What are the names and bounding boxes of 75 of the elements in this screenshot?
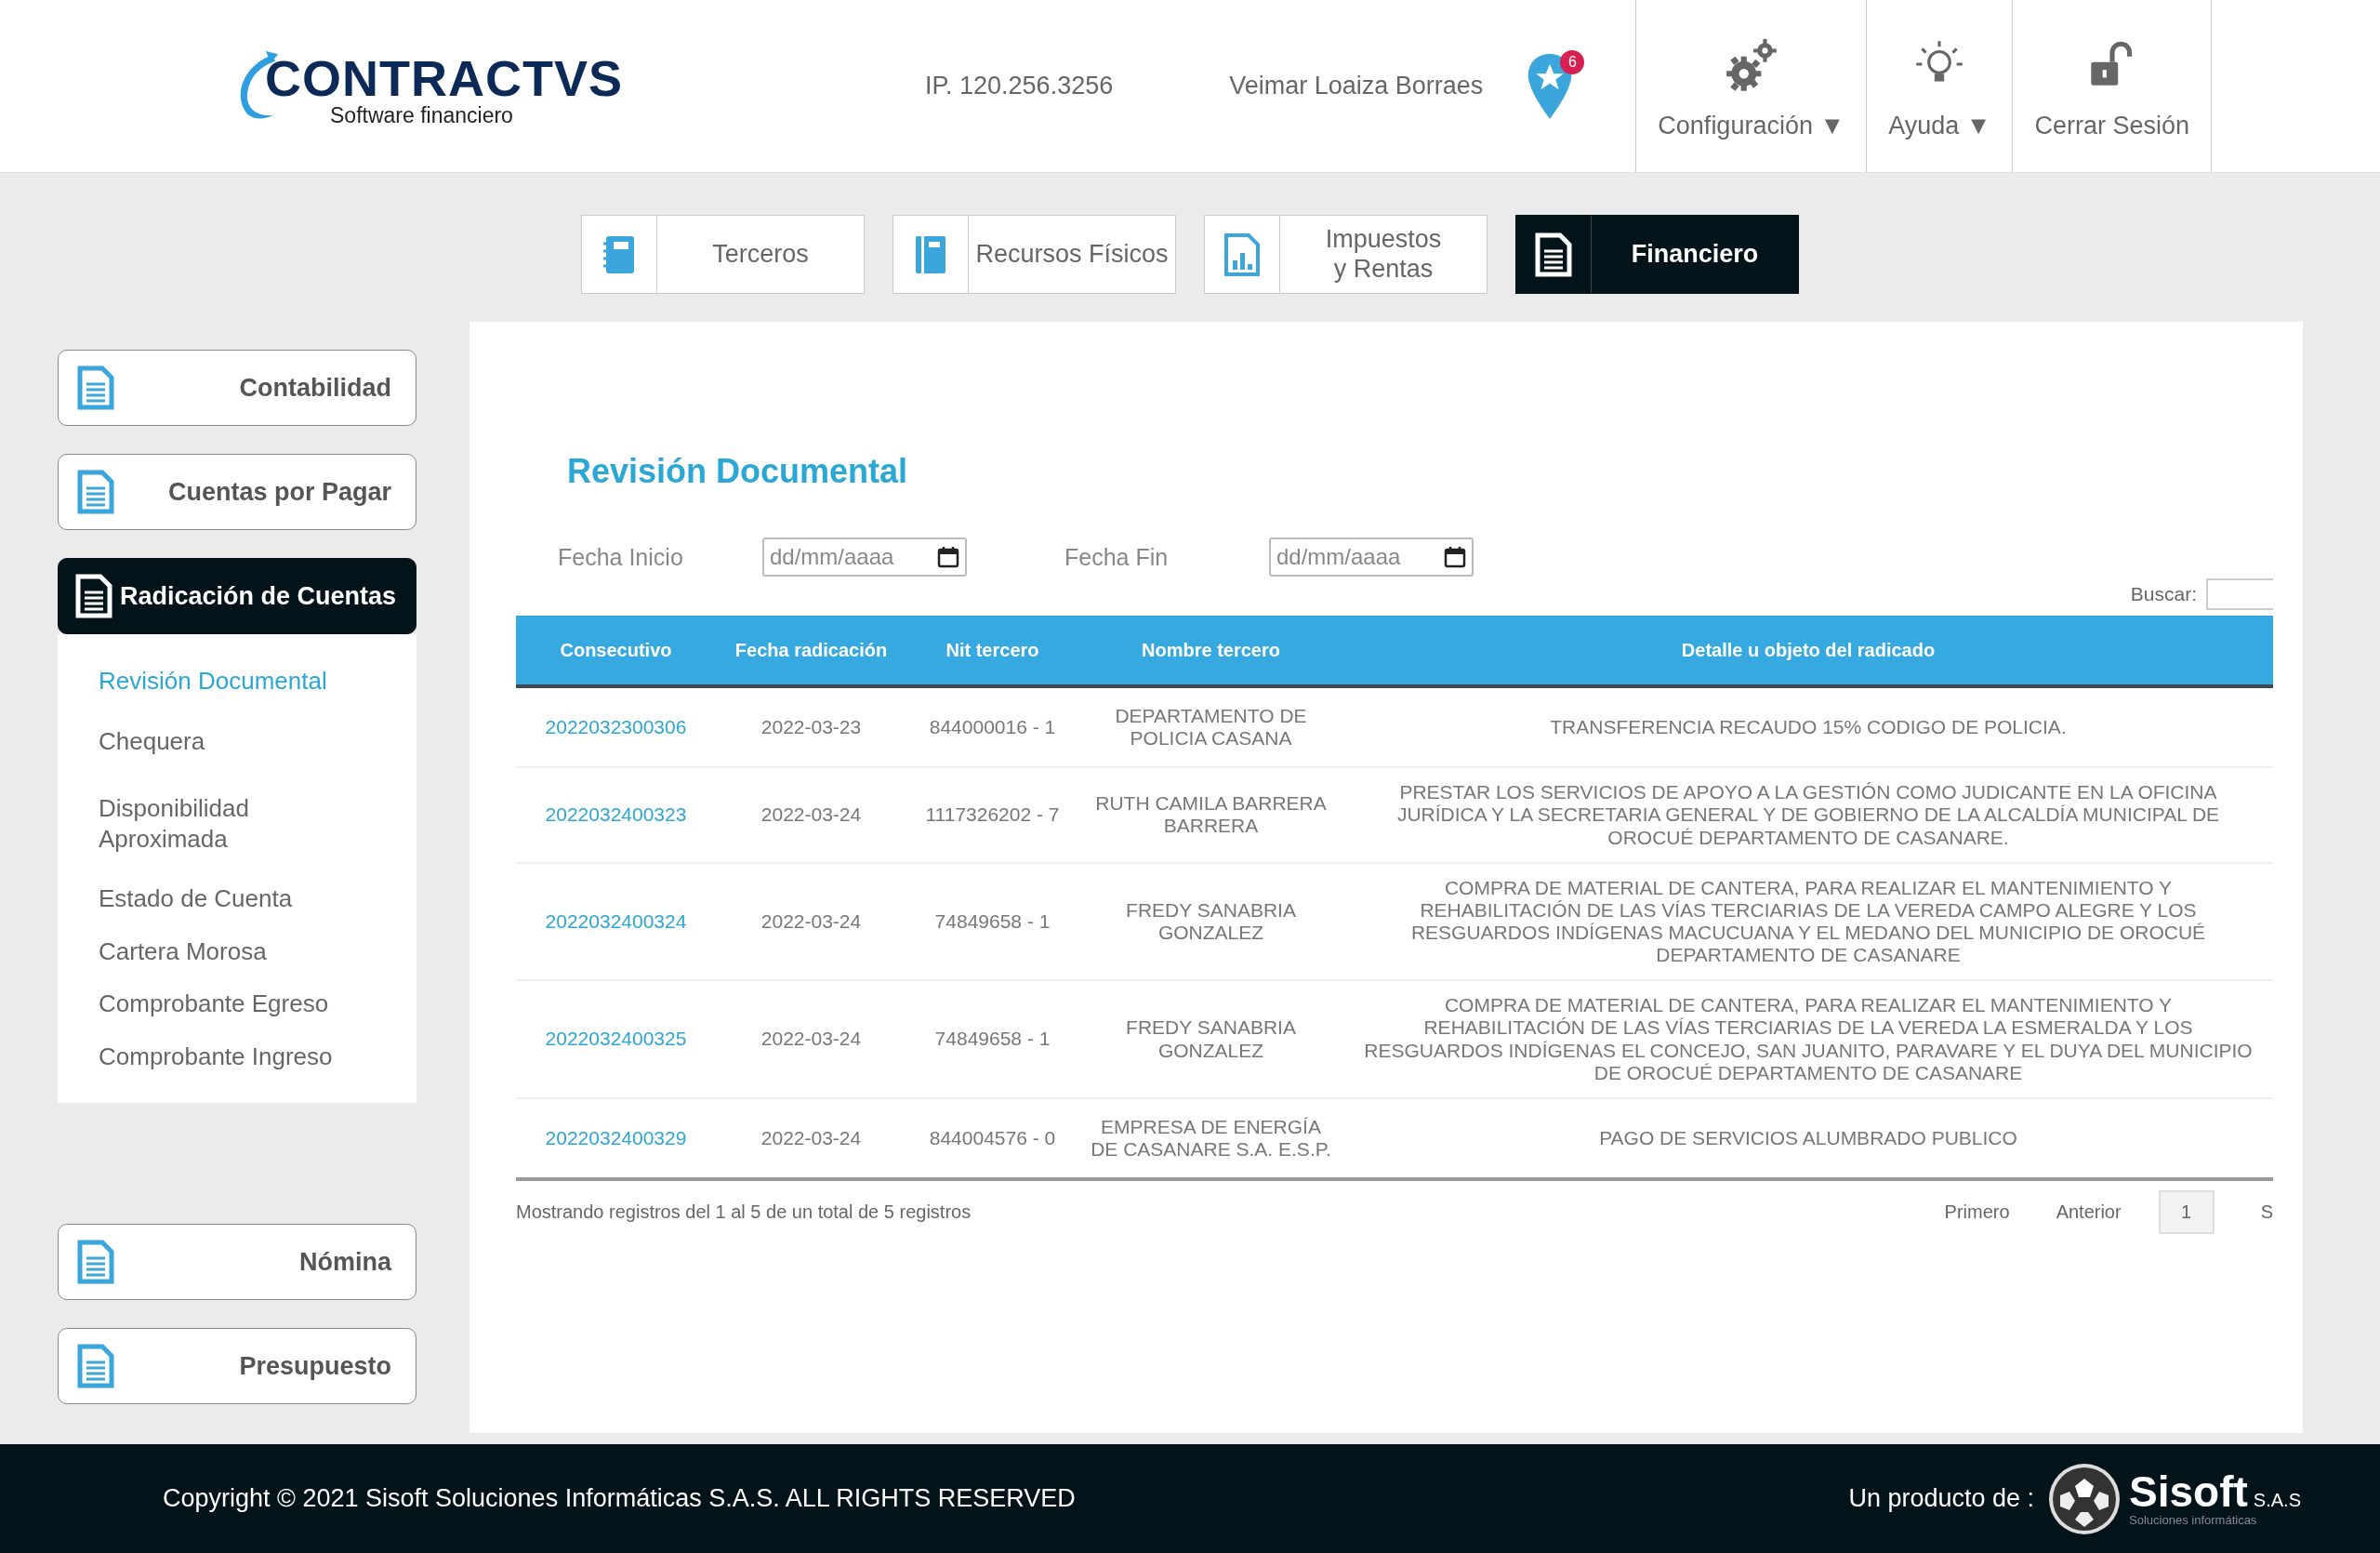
product-label: Un producto de : [1848,1484,2035,1513]
ball-logo-icon [2047,1461,2122,1536]
brand-tagline: Soluciones informáticas [2129,1513,2258,1527]
table-cell: 74849658 - 1 [906,862,1078,981]
date-field[interactable]: dd/mm/aaaa [762,538,967,577]
submenu-item[interactable]: Cartera Morosa [99,924,333,977]
header-menu-item[interactable]: Configuración ▼ [1635,0,1867,172]
user-name: Veimar Loaiza Borraes [1229,72,1484,100]
calendar-icon [1444,546,1466,568]
sidebar-item[interactable]: Contabilidad [58,350,416,426]
table-cell: RUTH CAMILA BARRERA BARRERA [1078,767,1343,863]
pagination-button[interactable]: Primero [1944,1194,2010,1231]
brand-name: Sisoft [2129,1470,2248,1513]
table-cell: COMPRA DE MATERIAL DE CANTERA, PARA REALIZAR EL MANTENIMIENTO Y REHABILITACIÓN DE LAS VÍAS TERCIARIAS DE LA VEREDA LA ESMERALDA Y LOS RESGUARDOS INDÍGENAS EL CONCEJO, SAN JUANITO, PARAVARE Y EL DUYA DEL MUNICIPIO DE OROCUÉ DEPARTAMENTO DE CASANARE [1343,980,2273,1098]
header-menu-item[interactable]: Cerrar Sesión [2012,0,2213,172]
table-cell: FREDY SANABRIA GONZALEZ [1078,980,1343,1098]
column-header: Nit tercero [906,616,1078,686]
document-icon [77,1240,114,1284]
column-header: Detalle u objeto del radicado [1343,616,2273,686]
submenu-item[interactable]: Chequera [99,707,333,775]
module-tab[interactable]: Impuestos y Rentas [1204,215,1488,294]
table-cell: FREDY SANABRIA GONZALEZ [1078,862,1343,981]
search-field[interactable] [2206,578,2273,610]
document-icon [1535,232,1572,277]
table-cell: 844004576 - 0 [906,1097,1078,1180]
table-cell: 844000016 - 1 [906,686,1078,768]
search-label: Buscar: [2130,583,2197,605]
table-cell: PRESTAR LOS SERVICIOS DE APOYO A LA GESTIÓN COMO JUDICANTE EN LA OFICINA JURÍDICA Y LA SECRETARIA GENERAL Y DE GOBIERNO DE LA ALCALDÍA MUNICIPAL DE OROCUÉ DEPARTAMENTO DE CASANARE. [1343,767,2273,863]
table-cell: 2022-03-23 [716,686,906,768]
column-header: Nombre tercero [1078,616,1343,686]
document-icon [77,365,114,410]
sidebar-item[interactable]: Cuentas por Pagar [58,454,416,530]
date-field[interactable]: dd/mm/aaaa [1269,538,1474,577]
table-cell: 2022-03-24 [716,767,906,863]
module-tab[interactable]: Financiero [1515,215,1799,294]
document-icon [77,470,114,514]
table-cell: 74849658 - 1 [906,980,1078,1098]
ip-address: IP. 120.256.3256 [925,72,1114,100]
column-header: Consecutivo [516,616,716,686]
table-cell: 2022-03-24 [716,980,906,1098]
logo-name: CONTRACTVS [265,53,623,103]
records-info: Mostrando registros del 1 al 5 de un total de 5 registros [516,1201,972,1224]
chart-document-icon [1223,232,1261,277]
brand-suffix: S.A.S [2253,1490,2301,1511]
table-cell: EMPRESA DE ENERGÍA DE CASANARE S.A. E.S.P. [1078,1097,1343,1180]
calendar-icon [937,546,959,568]
table-cell: PAGO DE SERVICIOS ALUMBRADO PUBLICO [1343,1097,2273,1180]
field-label: Fecha Fin [1064,543,1170,571]
submenu-item[interactable]: Comprobante Ingreso [99,1029,333,1082]
page-title: Revisión Documental [566,451,909,491]
submenu-item[interactable]: Comprobante Egreso [99,977,333,1030]
table-cell: 2022-03-24 [716,1097,906,1180]
notification-badge: 6 [1560,49,1585,74]
document-icon [77,1344,114,1388]
pagination-button[interactable]: S [2260,1194,2273,1231]
field-label: Fecha Inicio [558,543,684,571]
sidebar-item[interactable]: Presupuesto [58,1328,416,1404]
submenu-item[interactable]: Estado de Cuenta [99,872,333,925]
table-cell: DEPARTAMENTO DE POLICIA CASANA [1078,686,1343,768]
copyright-text: Copyright © 2021 Sisoft Soluciones Informáticas S.A.S. ALL RIGHTS RESERVED [163,1484,1077,1513]
submenu-item[interactable]: Disponibilidad Aproximada [99,775,333,872]
column-header: Fecha radicación [716,616,906,686]
table-cell: COMPRA DE MATERIAL DE CANTERA, PARA REALIZAR EL MANTENIMIENTO Y REHABILITACIÓN DE LAS VÍAS TERCIARIAS DE LA VEREDA CAMPO ALEGRE Y LOS RESGUARDOS INDÍGENAS MACUCUANA Y EL MEDANO DEL MUNICIPIO DE OROCUÉ DEPARTAMENTO DE CASANARE [1343,862,2273,981]
logo-tagline: Software financiero [330,103,514,128]
sidebar-item[interactable]: Nómina [58,1224,416,1300]
table-cell: 1117326202 - 7 [906,767,1078,863]
sidebar-item[interactable]: Radicación de Cuentas [58,558,416,634]
pagination-button[interactable]: Anterior [2056,1194,2122,1231]
header-menu-item[interactable]: Ayuda ▼ [1866,0,2013,172]
pagination-button[interactable]: 1 [2158,1190,2215,1235]
module-tab[interactable]: Terceros [581,215,865,294]
table-cell: TRANSFERENCIA RECAUDO 15% CODIGO DE POLICIA. [1343,686,2273,768]
module-tab[interactable]: Recursos Físicos [892,215,1176,294]
table-cell: 2022-03-24 [716,862,906,981]
document-icon [75,574,112,618]
